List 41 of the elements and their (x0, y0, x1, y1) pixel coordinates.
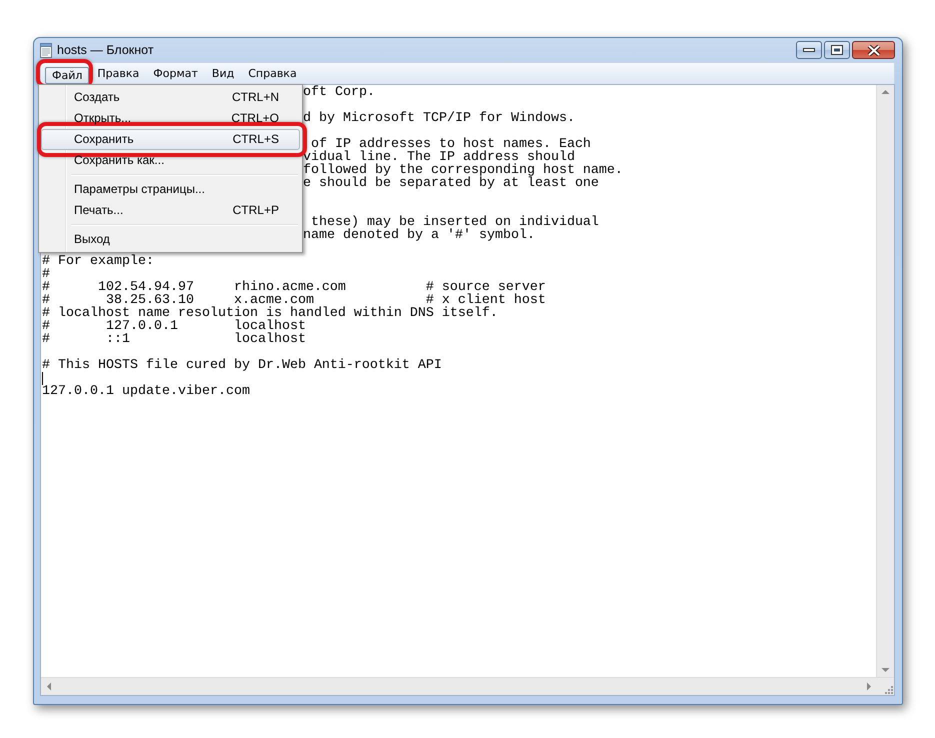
text-line: e should be separated by at least one (303, 177, 599, 190)
text-line: # This HOSTS file cured by Dr.Web Anti-rootkit API (42, 359, 442, 372)
text-line: vidual line. The IP address should (303, 151, 575, 164)
close-icon (866, 44, 880, 56)
vertical-scrollbar[interactable] (876, 85, 894, 677)
scroll-right-icon[interactable] (865, 682, 873, 691)
minimize-button[interactable] (796, 41, 822, 59)
close-button[interactable] (852, 41, 895, 59)
text-line: # 127.0.0.1 localhost (42, 320, 306, 333)
scroll-left-icon[interactable] (45, 682, 53, 691)
minimize-icon (803, 47, 815, 53)
text-line: # ::1 localhost (42, 333, 306, 346)
notepad-icon (40, 42, 52, 58)
menu-item[interactable]: Сохранить как... (41, 150, 300, 171)
text-line: # (42, 268, 50, 281)
text-line: # localhost name resolution is handled within DNS itself. (42, 307, 498, 320)
menu-item[interactable]: Сохранить CTRL+S (41, 129, 300, 150)
window-title: hosts — Блокнот (57, 43, 154, 57)
menu-item[interactable]: Открыть... CTRL+O (41, 108, 300, 129)
menu-item[interactable]: Выход (41, 229, 300, 250)
text-line: # 102.54.94.97 rhino.acme.com # source server (42, 281, 546, 294)
text-line: name denoted by a '#' symbol. (303, 229, 535, 242)
menu-item[interactable]: Параметры страницы... (41, 179, 300, 200)
menu-bar-item[interactable]: Вид (204, 65, 242, 82)
text-line: these) may be inserted on individual (310, 216, 599, 229)
menu-item[interactable]: Печать... CTRL+P (41, 200, 300, 221)
size-grip-icon[interactable] (883, 684, 894, 695)
maximize-icon (831, 45, 843, 55)
menu-bar-item[interactable]: Файл (45, 67, 90, 84)
text-line: of IP addresses to host names. Each (310, 138, 591, 151)
menu-bar-item[interactable]: Формат (146, 65, 205, 82)
menu-bar-item[interactable]: Справка (241, 65, 304, 82)
menu-item[interactable]: Создать CTRL+N (41, 87, 300, 108)
text-line: # For example: (42, 255, 154, 268)
maximize-button[interactable] (824, 41, 850, 59)
text-line: # 38.25.63.10 x.acme.com # x client host (42, 294, 546, 307)
menu-bar-item[interactable]: Правка (90, 65, 146, 82)
text-line: oft Corp. (303, 86, 375, 99)
text-line: followed by the corresponding host name. (303, 164, 623, 177)
text-line: 127.0.0.1 update.viber.com (42, 385, 250, 398)
text-line: d by Microsoft TCP/IP for Windows. (303, 112, 575, 125)
